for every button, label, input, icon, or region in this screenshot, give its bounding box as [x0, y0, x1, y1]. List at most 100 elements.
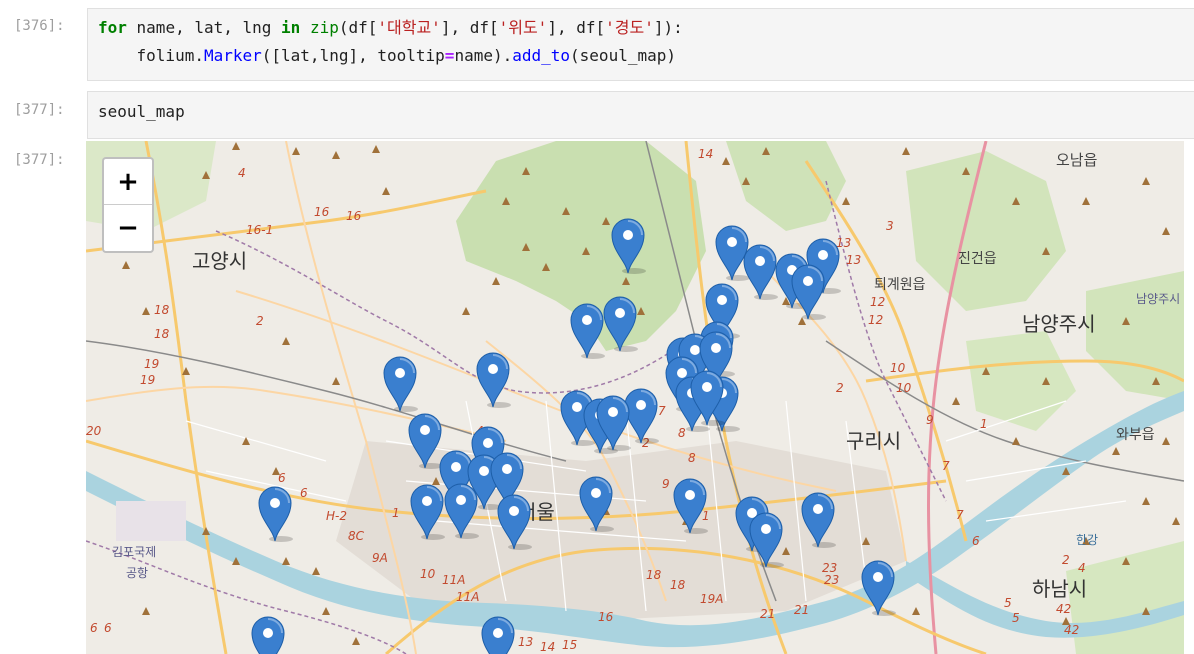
map-marker-pin-icon[interactable]: [578, 473, 614, 533]
map-place-label: 구리시: [846, 429, 902, 453]
road-number-label: 11A: [456, 590, 480, 604]
map-marker-pin-icon[interactable]: [409, 481, 445, 541]
map-place-label: 공항: [126, 566, 149, 580]
road-number-label: H-2: [326, 509, 347, 523]
code-token: ], df[: [547, 18, 606, 37]
pin-icon: [410, 484, 445, 540]
road-number-label: 12: [870, 295, 886, 309]
road-number-label: 42: [1064, 623, 1080, 637]
pin-icon: [476, 352, 511, 408]
cell-prompt: [377]:: [14, 102, 65, 118]
road-number-label: 6: [104, 621, 112, 635]
gimpo-airport: [116, 501, 186, 541]
map-marker-pin-icon[interactable]: [800, 489, 836, 549]
road-number-label: 5: [1012, 611, 1020, 625]
map-marker-pin-icon[interactable]: [860, 557, 896, 617]
code-token: (df[: [338, 18, 378, 37]
map-marker-pin-icon[interactable]: [790, 261, 826, 321]
map-marker-pin-icon[interactable]: [443, 480, 479, 540]
road-number-label: 5: [1004, 596, 1012, 610]
pin-icon: [383, 356, 418, 412]
map-marker-pin-icon[interactable]: [475, 349, 511, 409]
code-token: ([lat,lng], tooltip: [261, 46, 445, 65]
pin-icon: [801, 492, 836, 548]
road-number-label: 10: [890, 361, 906, 375]
map-place-label: 퇴계원읍: [874, 277, 926, 293]
road-number-label: 4: [238, 166, 246, 180]
code-token: =: [444, 46, 455, 65]
cell-prompt: [376]:: [14, 18, 65, 34]
code-line: seoul_map: [88, 98, 1194, 126]
road-number-label: 14: [540, 640, 556, 654]
road-number-label: 16: [314, 205, 330, 219]
road-number-label: 1: [392, 506, 400, 520]
pin-icon: [861, 560, 896, 616]
code-token: for: [98, 18, 127, 37]
map-marker-pin-icon[interactable]: [250, 613, 286, 654]
road-number-label: 8: [688, 451, 696, 465]
map-marker-pin-icon[interactable]: [257, 483, 293, 543]
map-place-label: 와부읍: [1116, 427, 1155, 443]
road-number-label: 20: [86, 424, 102, 438]
zoom-in-button[interactable]: +: [104, 159, 152, 205]
road-number-label: 16-1: [246, 223, 274, 237]
code-token: Marker: [203, 46, 262, 65]
output-prompt: [377]:: [14, 152, 65, 168]
pin-icon: [749, 512, 784, 568]
code-token: zip: [309, 18, 339, 37]
map-place-label: 고양시: [192, 249, 248, 273]
map-marker-pin-icon[interactable]: [610, 215, 646, 275]
map-marker-pin-icon[interactable]: [569, 300, 605, 360]
folium-map[interactable]: 오남읍 고양시 퇴계원읍 진건읍 남양주시 남양주시 구리시 와부읍 서울 김포국제 공항 한강 하남시…: [86, 141, 1184, 654]
road-number-label: 13: [846, 253, 862, 267]
road-number-label: 18: [154, 303, 170, 317]
map-marker-pin-icon[interactable]: [595, 392, 631, 452]
zoom-out-button[interactable]: −: [104, 205, 152, 250]
road-number-label: 6: [300, 486, 308, 500]
code-token: '위도': [498, 18, 548, 37]
code-token: name, lat, lng: [126, 18, 282, 37]
road-number-label: 6: [972, 534, 980, 548]
map-place-label: 김포국제: [112, 545, 157, 559]
road-number-label: 3: [886, 219, 894, 233]
map-marker-pin-icon[interactable]: [672, 475, 708, 535]
road-number-label: 18: [154, 327, 170, 341]
road-number-label: 21: [760, 607, 776, 621]
map-marker-pin-icon[interactable]: [480, 613, 516, 654]
road-number-label: 19A: [700, 592, 724, 606]
road-number-label: 10: [420, 567, 436, 581]
pin-icon: [481, 616, 515, 654]
map-place-label: 오남읍: [1056, 151, 1098, 169]
map-marker-pin-icon[interactable]: [496, 491, 532, 551]
code-token: ]):: [653, 18, 683, 37]
road-number-label: 14: [698, 147, 714, 161]
road-number-label: 10: [896, 381, 912, 395]
map-marker-pin-icon[interactable]: [748, 509, 784, 569]
map-place-label: 남양주시: [1136, 292, 1181, 306]
road-number-label: 9: [662, 477, 670, 491]
map-place-label: 하남시: [1032, 577, 1088, 601]
code-token: '경도': [605, 18, 654, 37]
pin-icon: [603, 296, 638, 352]
map-marker-pin-icon[interactable]: [742, 241, 778, 301]
pin-icon: [444, 483, 479, 539]
road-number-label: 7: [956, 508, 964, 522]
road-number-label: 2: [1062, 553, 1070, 567]
code-token: name).: [454, 46, 513, 65]
code-token: (seoul_map): [570, 46, 676, 65]
pin-icon: [579, 476, 614, 532]
road-number-label: 2: [256, 314, 264, 328]
code-editor[interactable]: seoul_map: [87, 91, 1194, 139]
road-number-label: 18: [646, 568, 662, 582]
code-editor[interactable]: for name, lat, lng in zip(df['대학교'], df[…: [87, 8, 1194, 81]
map-marker-pin-icon[interactable]: [689, 367, 725, 427]
map-marker-pin-icon[interactable]: [602, 293, 638, 353]
road-number-label: 19: [144, 357, 160, 371]
code-line: folium.Marker([lat,lng], tooltip=name).a…: [88, 42, 1194, 70]
road-number-label: 42: [1056, 602, 1072, 616]
map-marker-pin-icon[interactable]: [382, 353, 418, 413]
code-line: for name, lat, lng in zip(df['대학교'], df[…: [88, 14, 1194, 42]
pin-icon: [258, 486, 293, 542]
road-number-label: 12: [868, 313, 884, 327]
